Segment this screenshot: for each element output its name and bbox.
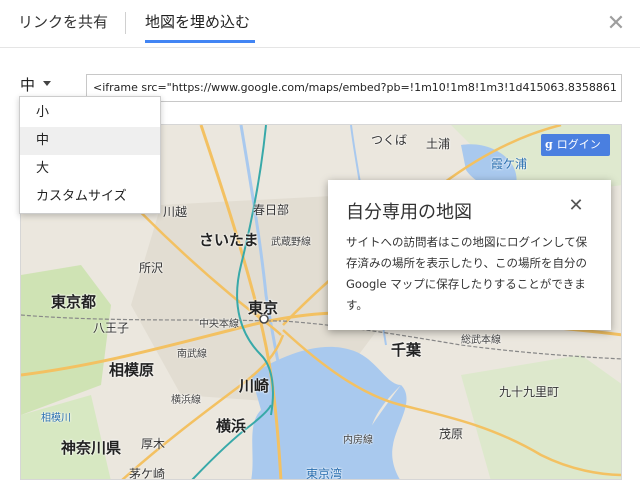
tab-share-link[interactable]: リンクを共有 xyxy=(18,11,108,32)
map-label-tokyo-to: 東京都 xyxy=(51,293,97,311)
map-label-kasukabe: 春日部 xyxy=(253,203,290,217)
map-label-yokohama-line: 横浜線 xyxy=(171,395,201,406)
embed-code-input[interactable]: <iframe src="https://www.google.com/maps… xyxy=(86,74,622,102)
close-icon[interactable]: ✕ xyxy=(606,13,626,35)
map-label-hachioji: 八王子 xyxy=(93,321,130,335)
info-card-title: 自分専用の地図 xyxy=(346,202,472,223)
size-option-medium[interactable]: 中 xyxy=(20,127,160,155)
close-icon[interactable]: ✕ xyxy=(566,196,586,216)
size-option-small[interactable]: 小 xyxy=(20,99,160,127)
map-label-saitama: さいたま xyxy=(199,231,259,249)
map-label-sobu-line: 総武本線 xyxy=(461,335,501,346)
map-label-tokyo-bay: 東京湾 xyxy=(306,467,343,480)
map-label-musashino-line: 武蔵野線 xyxy=(271,237,311,248)
google-g-icon: g xyxy=(545,138,553,151)
map-label-uchibo-line: 内房線 xyxy=(343,435,373,446)
map-label-tsuchiura: 土浦 xyxy=(426,137,451,151)
map-label-tokorozawa: 所沢 xyxy=(139,261,164,275)
map-label-sagami-river: 相模川 xyxy=(41,413,71,424)
info-card-body: サイトへの訪問者はこの地図にログインして保存済みの場所を表示したり、この場所を自… xyxy=(346,235,588,312)
map-label-chigasaki: 茅ケ崎 xyxy=(129,467,166,480)
map-label-kujukuri: 九十九里町 xyxy=(499,385,560,399)
map-size-select[interactable]: 中 xyxy=(20,74,52,95)
share-dialog-tabs: リンクを共有 地図を埋め込む ✕ xyxy=(0,0,640,48)
map-label-chiba: 千葉 xyxy=(391,341,422,359)
my-map-info-card: 自分専用の地図 ✕ サイトへの訪問者はこの地図にログインして保存済みの場所を表示… xyxy=(328,180,611,330)
map-size-selected-value: 中 xyxy=(20,76,36,94)
size-option-custom[interactable]: カスタムサイズ xyxy=(20,183,160,211)
caret-down-icon xyxy=(43,81,52,86)
login-button-label: ログイン xyxy=(556,138,601,151)
map-label-tokyo: 東京 xyxy=(248,299,279,317)
map-label-mobara: 茂原 xyxy=(439,427,464,441)
map-label-kawasaki: 川崎 xyxy=(239,377,270,395)
map-label-tsukuba: つくば xyxy=(371,133,408,147)
map-label-chuo-line: 中央本線 xyxy=(199,319,239,330)
map-label-kasumigaura: 霞ケ浦 xyxy=(491,157,528,171)
map-label-atsugi: 厚木 xyxy=(141,437,166,451)
tab-divider xyxy=(125,12,126,34)
map-label-sagamihara: 相模原 xyxy=(109,361,155,379)
map-label-kanagawa: 神奈川県 xyxy=(61,439,122,457)
active-tab-indicator xyxy=(145,40,255,43)
login-button[interactable]: g ログイン xyxy=(541,134,610,156)
size-option-large[interactable]: 大 xyxy=(20,155,160,183)
tab-embed-map[interactable]: 地図を埋め込む xyxy=(145,11,250,32)
map-size-dropdown: 小 中 大 カスタムサイズ xyxy=(19,96,161,214)
map-label-nanbu-line: 南武線 xyxy=(177,349,207,360)
map-label-yokohama: 横浜 xyxy=(216,417,247,435)
map-label-kawagoe: 川越 xyxy=(163,205,188,219)
